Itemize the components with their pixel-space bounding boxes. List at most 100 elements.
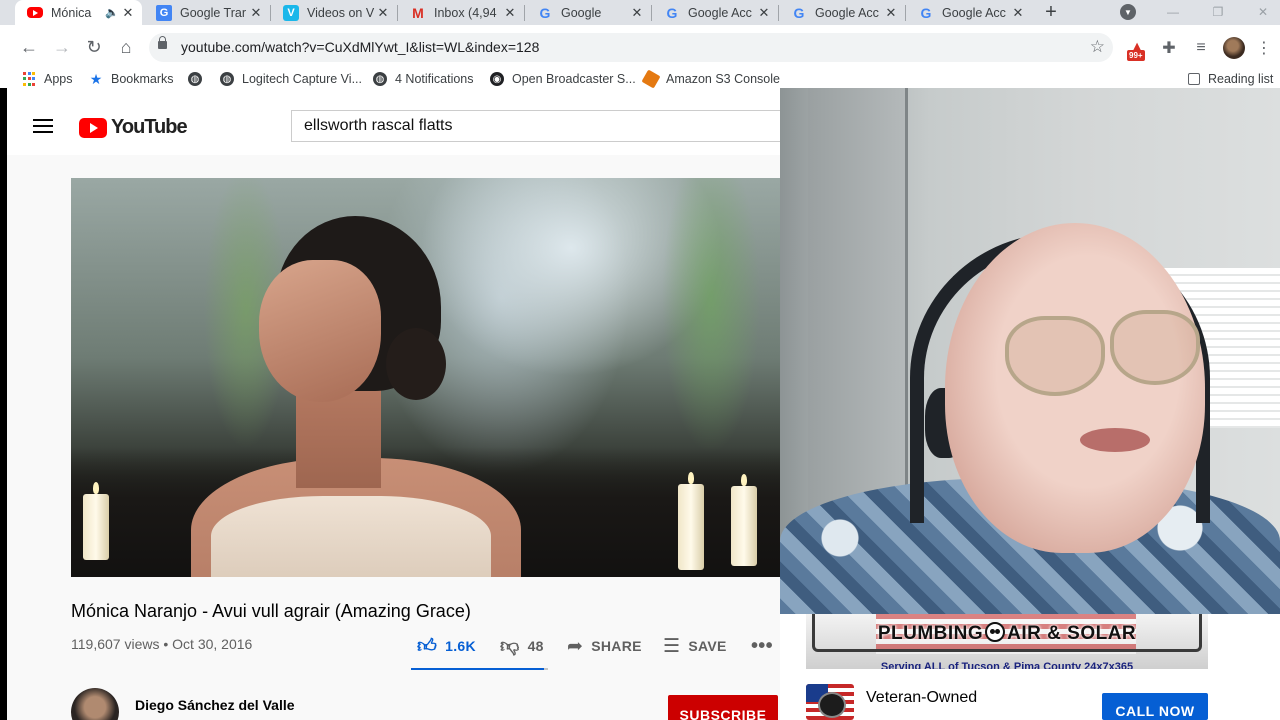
minimize-icon[interactable]: — xyxy=(1161,2,1185,22)
audio-icon[interactable]: 🔈 xyxy=(104,5,120,21)
close-icon[interactable]: ✕ xyxy=(502,5,518,21)
tab-title: Inbox (4,94 xyxy=(434,5,497,20)
bookmark-apps[interactable]: Apps xyxy=(22,70,73,88)
close-icon[interactable]: ✕ xyxy=(756,5,772,21)
menu-kebab-icon[interactable]: ⋮ xyxy=(1253,37,1275,59)
gmail-icon: M xyxy=(412,4,424,21)
extensions-puzzle-icon[interactable]: ✚ xyxy=(1158,37,1180,59)
back-icon[interactable]: ← xyxy=(17,35,41,59)
call-now-button[interactable]: CALL NOW xyxy=(1102,693,1208,720)
youtube-icon xyxy=(27,7,43,18)
youtube-play-icon xyxy=(79,117,107,138)
singer-dress xyxy=(211,496,491,577)
subscribe-button[interactable]: SUBSCRIBE xyxy=(668,695,778,720)
reading-list-icon xyxy=(1188,73,1200,85)
more-actions-button[interactable]: ••• xyxy=(751,633,773,659)
home-icon[interactable]: ⌂ xyxy=(114,35,138,59)
address-url[interactable]: youtube.com/watch?v=CuXdMlYwt_I&list=WL&… xyxy=(181,39,539,55)
tab-title: Google Acc xyxy=(688,5,752,20)
tab-google[interactable]: G Google ✕ xyxy=(525,0,651,25)
tab-title: Google Acc xyxy=(942,5,1006,20)
tab-gmail[interactable]: M Inbox (4,94 ✕ xyxy=(398,0,524,25)
bookmark-label: Logitech Capture Vi... xyxy=(242,72,362,86)
bookmark-bookmarks[interactable]: ★ Bookmarks xyxy=(89,70,174,88)
search-box[interactable] xyxy=(291,110,780,142)
close-icon[interactable]: ✕ xyxy=(629,5,645,21)
playlist-add-icon: ☰ xyxy=(663,635,681,657)
address-bar[interactable]: youtube.com/watch?v=CuXdMlYwt_I&list=WL&… xyxy=(149,33,1113,62)
save-button[interactable]: ☰ SAVE xyxy=(663,633,727,659)
bookmark-star-icon[interactable]: ☆ xyxy=(1090,37,1105,57)
more-icon: ••• xyxy=(751,634,773,657)
globe-icon: ◍ xyxy=(373,72,387,86)
bookmarks-bar: Apps ★ Bookmarks ◍ ◍ Logitech Capture Vi… xyxy=(0,69,1280,89)
tab-search-icon[interactable]: ▼ xyxy=(1120,4,1136,20)
browser-toolbar: ← → ↻ ⌂ youtube.com/watch?v=CuXdMlYwt_I&… xyxy=(0,25,1280,69)
bookmark-notifications[interactable]: ◍ 4 Notifications xyxy=(373,70,474,88)
channel-name[interactable]: Diego Sánchez del Valle xyxy=(135,697,295,713)
bookmark-logitech-capture[interactable]: ◍ Logitech Capture Vi... xyxy=(220,70,362,88)
new-tab-button[interactable]: + xyxy=(1040,1,1062,23)
channel-avatar[interactable] xyxy=(71,688,119,720)
tab-vimeo[interactable]: V Videos on V ✕ xyxy=(271,0,397,25)
video-player[interactable] xyxy=(71,178,780,577)
dislike-button[interactable]: 👎︎ 48 xyxy=(500,633,544,659)
tab-google-translate[interactable]: G Google Trar ✕ xyxy=(144,0,270,25)
ad-tagline: Serving ALL of Tucson & Pima County 24x7… xyxy=(880,661,1134,669)
search-input[interactable] xyxy=(292,111,780,141)
reload-icon[interactable]: ↻ xyxy=(82,35,106,59)
glasses xyxy=(1005,316,1105,396)
extension-badge: 99+ xyxy=(1127,50,1145,61)
video-views-date: 119,607 views • Oct 30, 2016 xyxy=(71,636,253,652)
hamburger-menu-icon[interactable] xyxy=(33,119,53,133)
thumbs-down-icon: 👎︎ xyxy=(500,635,520,657)
share-label: SHARE xyxy=(591,638,642,654)
tab-title: Google xyxy=(561,5,602,20)
reading-list[interactable]: Reading list xyxy=(1188,70,1273,88)
close-icon[interactable]: ✕ xyxy=(1010,5,1026,21)
bookmark-obs[interactable]: ◉ Open Broadcaster S... xyxy=(490,70,636,88)
like-ratio-fill xyxy=(411,668,544,670)
media-control-icon[interactable]: ≡ xyxy=(1190,37,1212,59)
webcam-overlay xyxy=(780,88,1280,614)
save-label: SAVE xyxy=(688,638,727,654)
google-translate-icon: G xyxy=(156,4,172,21)
tab-google-account-3[interactable]: G Google Acc ✕ xyxy=(906,0,1032,25)
page-viewport: YouTube Mónica Naranjo - Avui vull agrai… xyxy=(7,88,780,720)
bookmark-label: Apps xyxy=(44,72,73,86)
close-icon[interactable]: ✕ xyxy=(883,5,899,21)
youtube-logo[interactable]: YouTube xyxy=(79,116,188,139)
youtube-header: YouTube xyxy=(7,88,780,155)
profile-avatar[interactable] xyxy=(1223,37,1245,59)
like-button[interactable]: 👍︎ 1.6K xyxy=(417,633,476,659)
tab-strip: Mónica 🔈 ✕ G Google Trar ✕ V Videos on V… xyxy=(0,0,1280,25)
like-count: 1.6K xyxy=(445,638,476,654)
bookmark-amazon-s3[interactable]: Amazon S3 Console xyxy=(641,69,780,89)
tab-title: Videos on V xyxy=(307,5,375,20)
window-close-icon[interactable]: ✕ xyxy=(1251,2,1275,22)
tab-title: Mónica xyxy=(51,5,92,20)
tab-google-account-1[interactable]: G Google Acc ✕ xyxy=(652,0,778,25)
restore-icon[interactable]: ❐ xyxy=(1206,2,1230,22)
bookmark-globe[interactable]: ◍ xyxy=(188,70,210,88)
share-button[interactable]: ➦ SHARE xyxy=(567,633,642,659)
share-arrow-icon: ➦ xyxy=(567,635,584,657)
close-icon[interactable]: ✕ xyxy=(120,5,136,21)
tab-title: Google Acc xyxy=(815,5,879,20)
bookmark-label: Bookmarks xyxy=(111,72,174,86)
aws-icon xyxy=(641,69,661,89)
like-dislike-ratio-bar xyxy=(411,668,548,670)
tab-google-account-2[interactable]: G Google Acc ✕ xyxy=(779,0,905,25)
thumbs-up-icon: 👍︎ xyxy=(417,635,438,657)
vimeo-icon: V xyxy=(283,4,299,21)
close-icon[interactable]: ✕ xyxy=(248,5,264,21)
ad-banner[interactable]: PLUMBING AIR & SOLAR Serving ALL of Tucso… xyxy=(806,614,1208,669)
panda-logo-icon xyxy=(985,622,1006,642)
forward-icon[interactable]: → xyxy=(50,35,74,59)
google-icon: G xyxy=(793,4,805,21)
ad-brand-right: AIR & SOLAR xyxy=(1007,623,1137,644)
tab-title: Google Trar xyxy=(180,5,247,20)
close-icon[interactable]: ✕ xyxy=(375,5,391,21)
star-icon: ★ xyxy=(89,70,103,87)
tab-youtube-monica[interactable]: Mónica 🔈 ✕ xyxy=(15,0,142,25)
